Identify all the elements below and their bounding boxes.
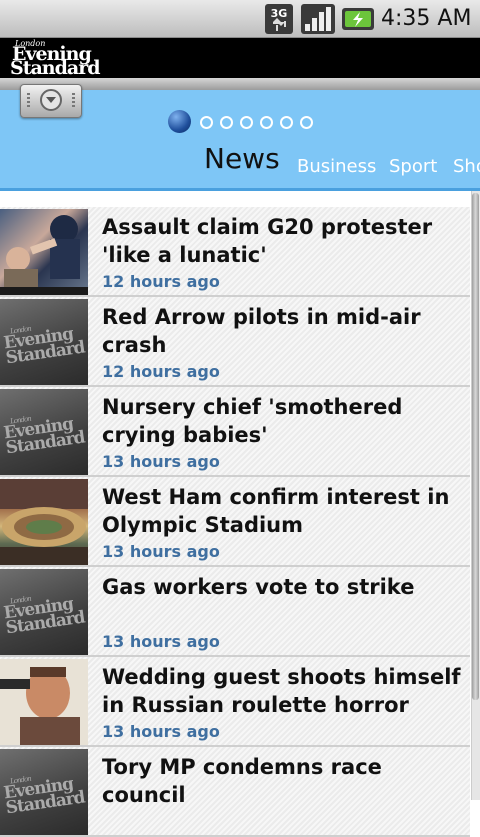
list-item[interactable]: Assault claim G20 protester 'like a luna… bbox=[0, 207, 470, 297]
page-dot[interactable] bbox=[300, 116, 313, 129]
article-headline: Red Arrow pilots in mid-air crash bbox=[102, 305, 421, 357]
article-time: 13 hours ago bbox=[102, 452, 220, 471]
page-dot[interactable] bbox=[220, 116, 233, 129]
tab-news[interactable]: News bbox=[204, 142, 280, 175]
evening-standard-logo[interactable]: London Evening Standard bbox=[10, 40, 110, 78]
evening-standard-thumbnail: London Evening Standard bbox=[0, 749, 88, 835]
article-thumbnail bbox=[0, 209, 88, 295]
article-time: 12 hours ago bbox=[102, 272, 220, 291]
article-thumbnail bbox=[0, 659, 88, 745]
tab-business[interactable]: Business bbox=[297, 156, 376, 177]
article-time: 12 hours ago bbox=[102, 362, 220, 381]
article-headline: Wedding guest shoots himself in Russian … bbox=[102, 665, 461, 717]
thumbnail-logo: London Evening Standard bbox=[2, 323, 86, 369]
tab-sport[interactable]: Sport bbox=[389, 156, 437, 177]
article-headline: Tory MP condemns race council bbox=[102, 755, 382, 807]
grip-left-icon bbox=[27, 93, 30, 109]
chevron-down-icon bbox=[40, 89, 62, 111]
list-item[interactable]: London Evening Standard Tory MP condemns r… bbox=[0, 747, 470, 837]
battery-charging-icon bbox=[342, 8, 374, 30]
network-type-label: 3G bbox=[271, 7, 288, 20]
tab-shopping[interactable]: Sho bbox=[453, 156, 480, 177]
3g-data-icon: 3G bbox=[265, 4, 293, 34]
evening-standard-thumbnail: London Evening Standard bbox=[0, 569, 88, 655]
page-dot[interactable] bbox=[240, 116, 253, 129]
thumbnail-logo: London Evening Standard bbox=[2, 773, 86, 819]
list-item[interactable]: London Evening Standard Gas workers vote t… bbox=[0, 567, 470, 657]
evening-standard-thumbnail: London Evening Standard bbox=[0, 299, 88, 385]
protest-photo-icon bbox=[0, 215, 88, 295]
scrollbar-thumb[interactable] bbox=[472, 193, 479, 700]
list-item[interactable]: London Evening Standard Nursery chief 'smo… bbox=[0, 387, 470, 477]
article-time: 13 hours ago bbox=[102, 632, 220, 651]
list-item[interactable]: Wedding guest shoots himself in Russian … bbox=[0, 657, 470, 747]
menu-toggle-button[interactable] bbox=[20, 84, 82, 118]
article-headline: Assault claim G20 protester 'like a luna… bbox=[102, 215, 433, 267]
article-thumbnail bbox=[0, 479, 88, 565]
thumbnail-logo: London Evening Standard bbox=[2, 593, 86, 639]
clock: 4:35 AM bbox=[381, 6, 472, 31]
signal-icon bbox=[301, 4, 335, 34]
article-headline: Gas workers vote to strike bbox=[102, 575, 415, 599]
list-item[interactable]: West Ham confirm interest in Olympic Sta… bbox=[0, 477, 470, 567]
page-dot-active[interactable] bbox=[168, 110, 191, 133]
page-dot[interactable] bbox=[280, 116, 293, 129]
list-item[interactable]: London Evening Standard Red Arrow pilots i… bbox=[0, 297, 470, 387]
logo-line-standard: Standard bbox=[10, 57, 101, 79]
page-dot[interactable] bbox=[200, 116, 213, 129]
article-headline: West Ham confirm interest in Olympic Sta… bbox=[102, 485, 450, 537]
evening-standard-thumbnail: London Evening Standard bbox=[0, 389, 88, 475]
page-dot[interactable] bbox=[260, 116, 273, 129]
header-bottom-border bbox=[0, 188, 480, 191]
article-time: 13 hours ago bbox=[102, 542, 220, 561]
thumbnail-logo: London Evening Standard bbox=[2, 413, 86, 459]
man-photo-icon bbox=[0, 659, 88, 745]
stadium-photo-icon bbox=[0, 479, 88, 565]
article-headline: Nursery chief 'smothered crying babies' bbox=[102, 395, 403, 447]
status-bar: 3G 4:35 AM bbox=[0, 0, 480, 38]
grip-right-icon bbox=[72, 93, 75, 109]
article-time: 13 hours ago bbox=[102, 722, 220, 741]
